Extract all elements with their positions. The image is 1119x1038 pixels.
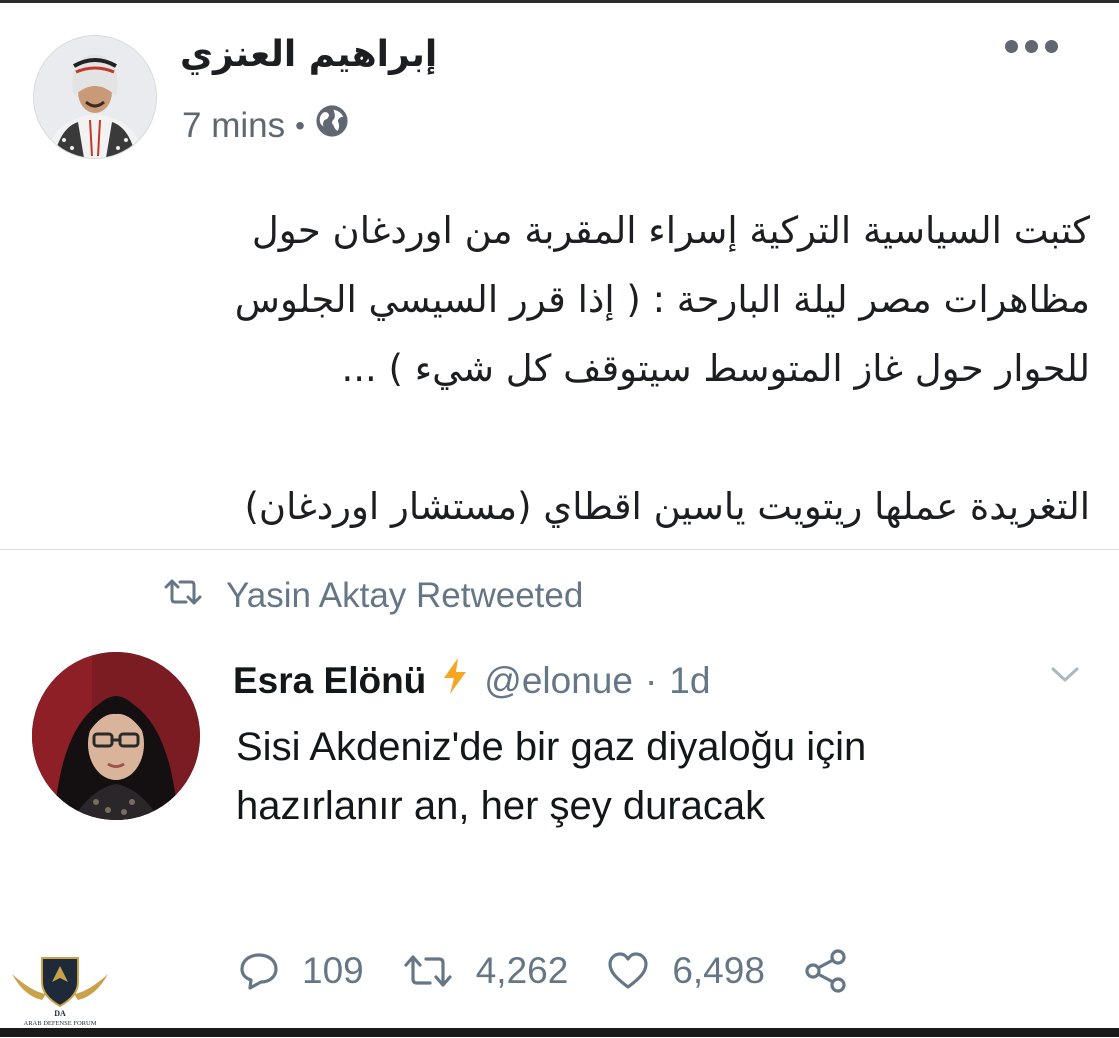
tweet-text: Sisi Akdeniz'de bir gaz diyaloğu için ha… xyxy=(236,718,1056,836)
bottom-border xyxy=(0,1028,1119,1037)
tweet-author-name[interactable]: Esra Elönü xyxy=(233,660,426,702)
forum-watermark-logo: DA ARAB DEFENSE FORUM المنتدى العربي للد… xyxy=(6,952,114,1035)
globe-icon[interactable] xyxy=(315,104,349,147)
watermark-title: ARAB DEFENSE FORUM xyxy=(24,1020,97,1027)
tweet-text-line: hazırlanır an, her şey duracak xyxy=(236,784,766,828)
share-button[interactable] xyxy=(803,948,849,994)
like-count: 6,498 xyxy=(672,950,765,991)
chevron-down-icon[interactable] xyxy=(1050,665,1080,689)
reply-icon xyxy=(238,951,280,991)
avatar-portrait-image xyxy=(32,652,200,820)
post-body-line: للحوار حول غاز المتوسط سيتوقف كل شيء ) .… xyxy=(341,347,1091,390)
tweet-age[interactable]: 1d xyxy=(669,660,710,702)
post-body-line: كتبت السياسية التركية إسراء المقربة من ا… xyxy=(251,209,1090,252)
heart-icon xyxy=(606,951,650,991)
author-name[interactable]: إبراهيم العنزي xyxy=(180,34,437,75)
post-body: كتبت السياسية التركية إسراء المقربة من ا… xyxy=(60,196,1090,541)
tweet-actions: 109 4,262 6,498 xyxy=(238,948,887,994)
retweet-count: 4,262 xyxy=(475,950,569,991)
share-icon xyxy=(803,948,849,994)
like-button[interactable]: 6,498 xyxy=(606,950,765,992)
tweet-author-avatar[interactable] xyxy=(32,652,200,820)
avatar-portrait-image xyxy=(34,36,156,158)
top-border xyxy=(0,0,1119,3)
more-options-button[interactable] xyxy=(1005,40,1058,53)
reply-count: 109 xyxy=(302,950,364,991)
post-meta: 7 mins • xyxy=(182,104,349,147)
retweeted-by-label[interactable]: Yasin Aktay Retweeted xyxy=(226,576,583,616)
ellipsis-icon xyxy=(1005,40,1018,53)
post-body-line: مظاهرات مصر ليلة البارحة : ( إذا قرر الس… xyxy=(234,278,1090,321)
tweet-handle[interactable]: @elonue xyxy=(484,660,633,702)
watermark-monogram: DA xyxy=(54,1009,66,1018)
retweet-context: Yasin Aktay Retweeted xyxy=(162,576,583,616)
author-avatar[interactable] xyxy=(33,35,157,159)
tweet-header: Esra Elönü @elonue · 1d xyxy=(233,656,710,705)
reply-button[interactable]: 109 xyxy=(238,950,364,992)
tweet-text-line: Sisi Akdeniz'de bir gaz diyaloğu için xyxy=(236,725,867,769)
retweet-button[interactable]: 4,262 xyxy=(402,950,569,992)
retweet-icon xyxy=(162,576,204,616)
post-body-line: التغريدة عملها ريتويت ياسين اقطاي (مستشا… xyxy=(244,485,1090,528)
section-divider xyxy=(0,549,1119,550)
post-timestamp[interactable]: 7 mins xyxy=(182,106,285,146)
meta-separator: • xyxy=(295,109,305,141)
tweet-time-separator: · xyxy=(644,659,658,701)
lightning-icon xyxy=(438,656,472,705)
retweet-icon xyxy=(402,951,454,991)
